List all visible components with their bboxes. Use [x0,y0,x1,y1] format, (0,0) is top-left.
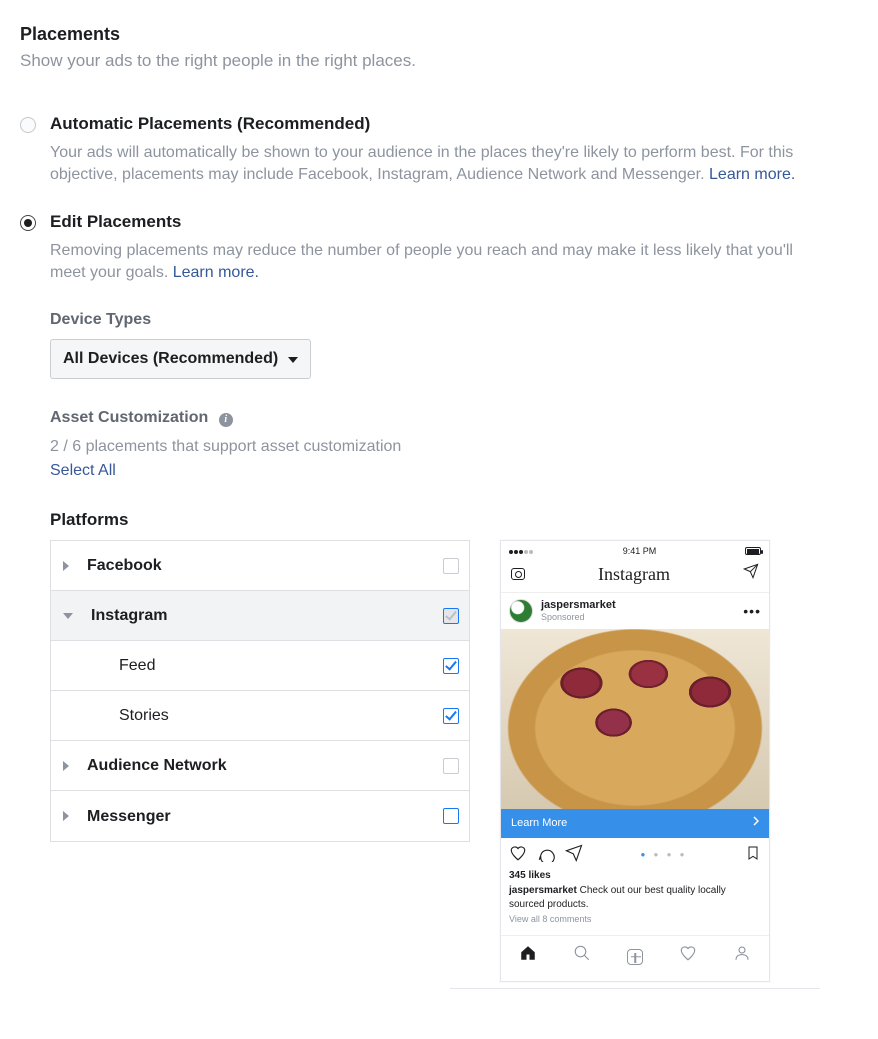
select-all-link[interactable]: Select All [50,460,116,482]
preview-container: 9:41 PM Instagram jaspersmarket Sponsore… [500,540,820,989]
automatic-description-text: Your ads will automatically be shown to … [50,144,793,183]
edit-description-text: Removing placements may reduce the numbe… [50,242,793,281]
chevron-right-icon [753,816,759,831]
instagram-logo: Instagram [598,562,670,586]
add-post-icon [627,949,643,965]
checkbox-stories[interactable] [443,708,459,724]
platform-row-messenger[interactable]: Messenger [51,791,469,841]
bookmark-icon [745,844,761,867]
platform-name: Audience Network [87,755,435,777]
asset-customization-label: Asset Customization i [50,407,858,429]
platforms-label: Platforms [50,509,858,532]
post-image [501,629,769,809]
chevron-right-icon [63,811,69,821]
automatic-learn-more-link[interactable]: Learn more. [709,166,795,183]
platform-subrow-stories[interactable]: Stories [51,691,469,741]
chevron-right-icon [63,761,69,771]
platform-row-instagram[interactable]: Instagram [51,591,469,641]
phone-status-bar: 9:41 PM [501,541,769,557]
chevron-down-icon [63,613,73,619]
sub-placement-name: Feed [91,655,435,677]
edit-description: Removing placements may reduce the numbe… [50,240,830,283]
radio-automatic-placements[interactable]: Automatic Placements (Recommended) [20,113,858,136]
profile-icon [733,944,751,969]
instagram-bottom-nav [501,935,769,981]
radio-indicator [20,215,36,231]
device-types-value: All Devices (Recommended) [63,348,278,370]
cta-bar: Learn More [501,809,769,838]
platform-name: Instagram [91,605,435,627]
cta-label: Learn More [511,816,567,831]
activity-icon [679,944,697,969]
platform-row-audience-network[interactable]: Audience Network [51,741,469,791]
platform-subrow-feed[interactable]: Feed [51,641,469,691]
signal-icon [509,545,534,557]
battery-icon [745,547,761,555]
checkbox-messenger[interactable] [443,808,459,824]
camera-icon [511,568,525,580]
chevron-right-icon [63,561,69,571]
radio-indicator [20,117,36,133]
comment-icon [537,844,555,867]
divider [450,988,820,989]
heart-icon [509,844,527,867]
checkbox-facebook[interactable] [443,558,459,574]
caption-username: jaspersmarket [509,885,577,896]
device-types-label: Device Types [50,309,858,331]
instagram-header: Instagram [501,558,769,593]
sponsored-label: Sponsored [541,611,743,623]
checkbox-feed[interactable] [443,658,459,674]
post-caption: jaspersmarket Check out our best quality… [501,882,769,911]
sub-placement-name: Stories [91,705,435,727]
post-username: jaspersmarket [541,599,743,611]
likes-count: 345 likes [501,869,769,883]
send-icon [743,563,759,584]
share-icon [565,844,583,867]
status-time: 9:41 PM [623,545,657,557]
platform-name: Facebook [87,555,435,577]
edit-learn-more-link[interactable]: Learn more. [173,264,259,281]
checkbox-instagram[interactable] [443,608,459,624]
post-header: jaspersmarket Sponsored ••• [501,593,769,629]
asset-customization-count: 2 / 6 placements that support asset cust… [50,436,858,458]
more-icon: ••• [743,602,761,621]
platform-name: Messenger [87,806,435,828]
avatar [509,599,533,623]
home-icon [519,944,537,969]
carousel-dots: ● ● ● ● [593,850,735,861]
view-all-comments: View all 8 comments [501,911,769,935]
automatic-description: Your ads will automatically be shown to … [50,142,830,185]
search-icon [573,944,591,969]
platforms-table: Facebook Instagram Feed Stories [50,540,470,842]
radio-edit-placements[interactable]: Edit Placements [20,211,858,234]
info-icon[interactable]: i [219,413,233,427]
asset-customization-text: Asset Customization [50,409,208,426]
section-title: Placements [20,22,858,46]
device-types-select[interactable]: All Devices (Recommended) [50,339,311,379]
post-actions: ● ● ● ● [501,838,769,869]
caret-down-icon [288,348,298,370]
section-subtitle: Show your ads to the right people in the… [20,50,858,73]
ad-preview-phone: 9:41 PM Instagram jaspersmarket Sponsore… [500,540,770,982]
radio-label: Edit Placements [50,211,181,234]
checkbox-audience-network[interactable] [443,758,459,774]
platform-row-facebook[interactable]: Facebook [51,541,469,591]
radio-label: Automatic Placements (Recommended) [50,113,370,136]
